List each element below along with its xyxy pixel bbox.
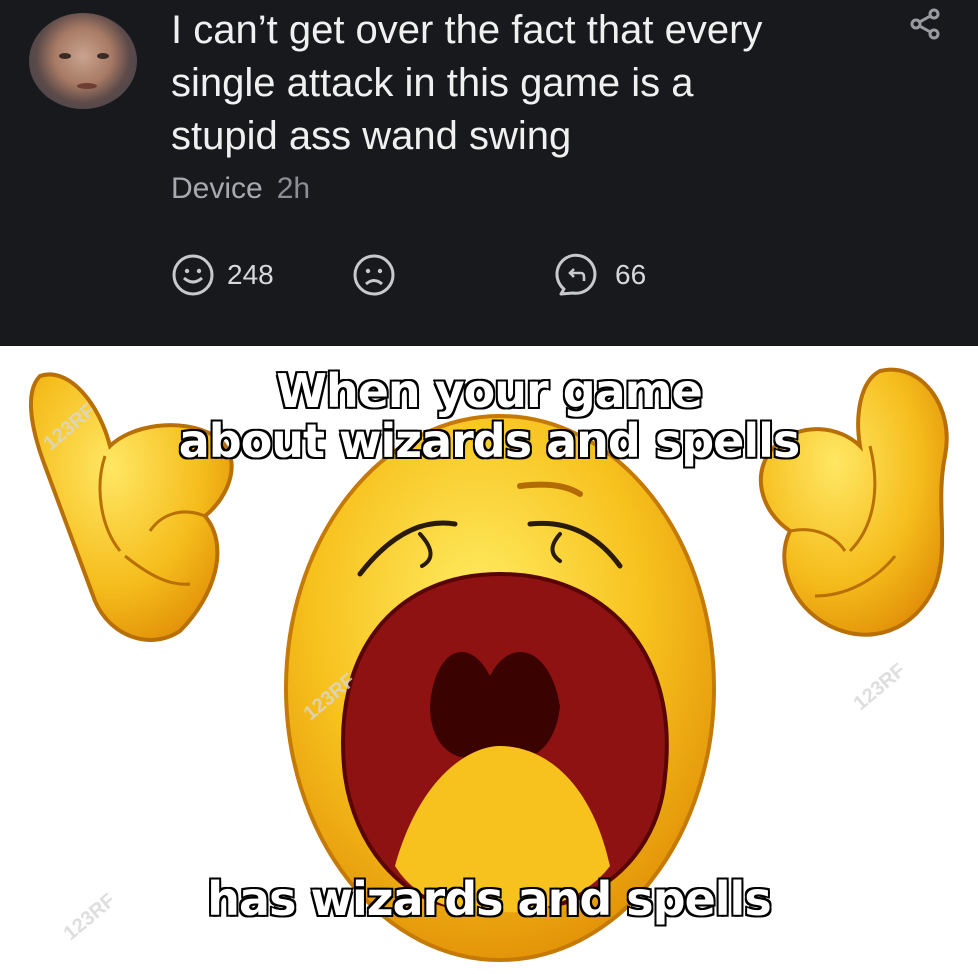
post-card: I can’t get over the fact that every sin… xyxy=(0,0,978,346)
meme-top-caption: When your game about wizards and spells xyxy=(177,364,802,468)
emoji-mouth xyxy=(341,571,669,913)
device-label: Device xyxy=(171,172,263,205)
avatar-eye xyxy=(97,53,109,59)
avatar-mouth xyxy=(77,83,97,89)
reply-icon xyxy=(555,253,597,296)
smile-icon xyxy=(172,254,214,296)
avatar[interactable] xyxy=(29,13,137,109)
frown-icon xyxy=(353,254,395,296)
avatar-eye xyxy=(59,53,71,59)
reply-count: 66 xyxy=(615,259,647,290)
post-meta: Device 2h xyxy=(171,172,310,206)
like-count: 248 xyxy=(227,259,274,290)
dislike-button[interactable] xyxy=(352,253,396,297)
share-icon[interactable] xyxy=(906,6,942,42)
post-text: I can’t get over the fact that every sin… xyxy=(171,8,763,158)
meme-bottom-caption: has wizards and spells xyxy=(206,872,773,926)
post-time: 2h xyxy=(276,172,311,205)
reply-button[interactable]: 66 xyxy=(553,253,646,297)
like-button[interactable]: 248 xyxy=(171,253,274,297)
meme-image: 123RF 123RF 123RF 123RF When your game a… xyxy=(0,346,978,974)
